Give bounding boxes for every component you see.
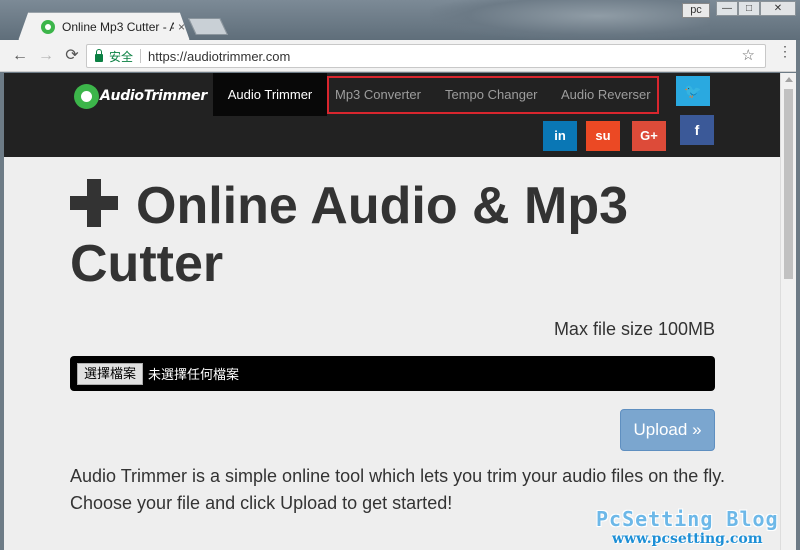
scrollbar-thumb[interactable] [784,89,793,279]
logo-mark-icon [74,83,99,109]
logo-text: AudioTrimmer [100,88,207,104]
nav-audio-trimmer[interactable]: Audio Trimmer [213,73,327,116]
secure-label: 安全 [109,49,134,64]
reload-icon[interactable]: ⟳ [62,46,82,66]
scroll-up-arrow-icon[interactable] [785,77,793,82]
close-window-button[interactable]: ✕ [760,1,796,16]
browser-toolbar: ← → ⟳ 安全 https://audiotrimmer.com ☆ ⋮ [0,40,800,72]
max-file-size-note: Max file size 100MB [553,319,715,339]
theme-artwork [430,0,710,40]
file-status-text: 未選擇任何檔案 [148,367,240,382]
page-title-text: Online Audio & Mp3 Cutter [70,177,629,293]
page-scrollbar[interactable] [780,73,796,550]
forward-arrow-icon[interactable]: → [36,46,56,66]
twitter-icon[interactable]: 🐦 [676,76,710,106]
blog-watermark: PcSetting Blog www.pcsetting.com [596,508,779,548]
page-viewport: AudioTrimmer Audio Trimmer Mp3 Converter… [4,73,780,550]
plus-icon [70,179,118,227]
maximize-button[interactable]: □ [738,1,760,16]
site-header: AudioTrimmer Audio Trimmer Mp3 Converter… [4,73,780,157]
upload-button[interactable]: Upload » [620,409,715,451]
stumbleupon-icon[interactable]: su [586,121,620,151]
page-title: Online Audio & Mp3 Cutter [70,177,710,293]
site-logo[interactable]: AudioTrimmer [74,83,207,109]
address-bar[interactable]: 安全 https://audiotrimmer.com ☆ [86,44,766,68]
minimize-button[interactable]: — [716,1,738,16]
annotation-highlight-box [327,76,659,114]
facebook-icon[interactable]: f [680,115,714,145]
choose-file-button[interactable]: 選擇檔案 [77,362,144,385]
watermark-title: PcSetting Blog [596,507,779,531]
browser-menu-icon[interactable]: ⋮ [778,44,792,58]
watermark-url: www.pcsetting.com [612,531,763,547]
google-plus-icon[interactable]: G+ [632,121,666,151]
tab-title: Online Mp3 Cutter - Au [62,20,174,34]
back-arrow-icon[interactable]: ← [10,46,30,66]
browser-tab[interactable]: Online Mp3 Cutter - Au × [18,12,190,40]
bookmark-star-icon[interactable]: ☆ [742,46,755,64]
url-text[interactable]: https://audiotrimmer.com [148,49,290,64]
audiotrimmer-favicon-icon [41,20,55,34]
window-titlebar: Online Mp3 Cutter - Au × pc — □ ✕ [0,0,800,40]
profile-badge[interactable]: pc [682,3,710,18]
tab-close-icon[interactable]: × [178,20,185,34]
linkedin-icon[interactable]: in [543,121,577,151]
window-frame [796,40,800,550]
lock-icon [95,48,103,62]
address-divider [140,49,142,63]
new-tab-button[interactable] [188,18,228,35]
file-input[interactable]: 選擇檔案 未選擇任何檔案 [70,356,715,391]
